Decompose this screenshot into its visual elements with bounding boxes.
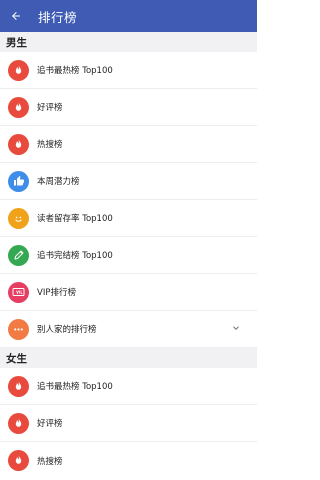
list-item[interactable]: 追书完结榜 Top100: [0, 237, 257, 274]
list-item[interactable]: 热搜榜: [0, 442, 257, 479]
flame-icon: [8, 96, 29, 118]
chevron-down-icon[interactable]: [231, 323, 241, 333]
list-item[interactable]: 追书最热榜 Top100: [0, 52, 257, 89]
flame-icon: [8, 59, 29, 81]
list-item[interactable]: VIP排行榜: [0, 274, 257, 311]
list-item-label: 追书最热榜 Top100: [37, 382, 113, 392]
app-bar: 排行榜: [0, 0, 257, 32]
thumbs-up-icon: [8, 170, 29, 192]
list-item[interactable]: 好评榜: [0, 89, 257, 126]
list-item[interactable]: 好评榜: [0, 405, 257, 442]
list-item[interactable]: 本周潜力榜: [0, 163, 257, 200]
flame-icon: [8, 375, 29, 397]
flame-icon: [8, 450, 29, 471]
flame-icon: [8, 133, 29, 155]
list-item-expandable[interactable]: 别人家的排行榜: [0, 311, 257, 348]
list-item-label: 追书完结榜 Top100: [37, 251, 113, 261]
list-item[interactable]: 热搜榜: [0, 126, 257, 163]
list-item-label: 热搜榜: [37, 140, 63, 150]
page-title: 排行榜: [38, 9, 78, 25]
list-item-label: 别人家的排行榜: [37, 325, 97, 335]
list-item-label: 本周潜力榜: [37, 177, 80, 187]
more-dots-icon: [8, 318, 29, 340]
list-item-label: 好评榜: [37, 103, 63, 113]
list-item[interactable]: 读者留存率 Top100: [0, 200, 257, 237]
list-item[interactable]: 追书最热榜 Top100: [0, 368, 257, 405]
back-button[interactable]: [2, 0, 30, 32]
back-arrow-icon: [12, 12, 20, 20]
flame-icon: [8, 412, 29, 434]
pen-icon: [8, 244, 29, 266]
list-item-label: 追书最热榜 Top100: [37, 66, 113, 76]
smile-icon: [8, 207, 29, 229]
list-item-label: VIP排行榜: [37, 288, 76, 298]
section-header-male: 男生: [0, 32, 257, 52]
section-header-female: 女生: [0, 348, 257, 368]
vip-ticket-icon: [8, 281, 29, 303]
list-item-label: 好评榜: [37, 419, 63, 429]
list-item-label: 读者留存率 Top100: [37, 214, 113, 224]
list-item-label: 热搜榜: [37, 456, 63, 467]
